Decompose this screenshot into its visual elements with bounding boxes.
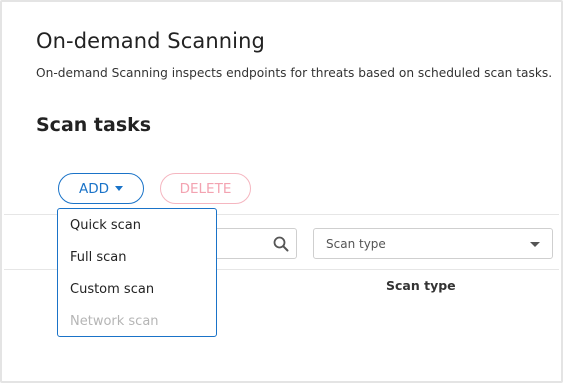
delete-button[interactable]: DELETE	[160, 173, 251, 204]
delete-button-label: DELETE	[179, 180, 232, 197]
menu-item-custom-scan[interactable]: Custom scan	[70, 282, 154, 297]
scan-type-select-label: Scan type	[326, 236, 386, 251]
page-title: On-demand Scanning	[36, 29, 265, 53]
menu-item-full-scan[interactable]: Full scan	[70, 250, 127, 265]
column-header-scan-type[interactable]: Scan type	[386, 278, 456, 293]
caret-down-icon	[115, 186, 124, 191]
menu-item-quick-scan[interactable]: Quick scan	[70, 218, 141, 233]
add-dropdown-menu: Quick scan Full scan Custom scan Network…	[57, 208, 217, 337]
search-icon[interactable]	[272, 235, 290, 253]
chevron-down-icon	[530, 242, 540, 247]
add-button-label: ADD	[78, 180, 110, 197]
page-description: On-demand Scanning inspects endpoints fo…	[36, 66, 553, 80]
page-frame: On-demand Scanning On-demand Scanning in…	[0, 0, 563, 383]
menu-item-network-scan: Network scan	[70, 314, 159, 329]
add-button[interactable]: ADD	[58, 173, 144, 204]
section-title: Scan tasks	[36, 114, 152, 136]
scan-type-select[interactable]: Scan type	[313, 228, 553, 259]
